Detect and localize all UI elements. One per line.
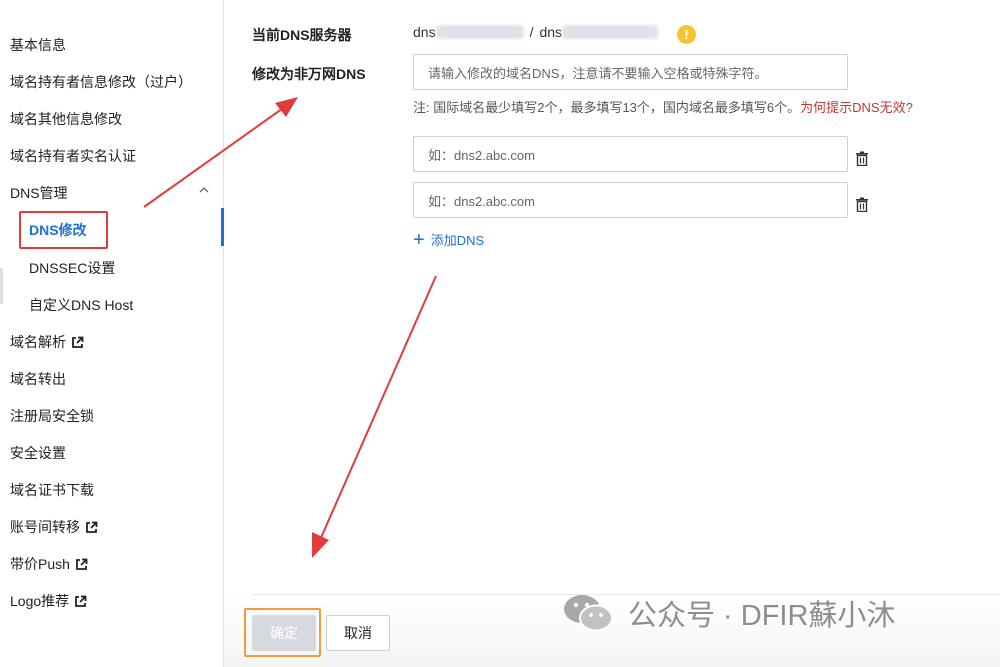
- sidebar-item-dnssec[interactable]: DNSSEC设置: [29, 258, 115, 278]
- sidebar-item-label: 域名转出: [10, 371, 66, 387]
- modify-dns-label: 修改为非万网DNS: [252, 66, 366, 82]
- sidebar: 基本信息 域名持有者信息修改（过户） 域名其他信息修改 域名持有者实名认证 DN…: [0, 0, 224, 667]
- sidebar-item-dns-resolve[interactable]: 域名解析: [10, 332, 84, 352]
- input-placeholder: 请输入修改的域名DNS，注意请不要输入空格或特殊字符。: [428, 65, 768, 81]
- sidebar-item-price-push[interactable]: 带价Push: [10, 554, 88, 574]
- sidebar-item-label: 注册局安全锁: [10, 408, 94, 424]
- sidebar-item-label: DNSSEC设置: [29, 260, 116, 276]
- sidebar-item-label: 域名解析: [10, 334, 66, 350]
- external-link-icon: [75, 595, 87, 607]
- current-dns-label: 当前DNS服务器: [252, 27, 352, 43]
- plus-icon: +: [413, 228, 425, 251]
- cancel-button[interactable]: 取消: [326, 615, 390, 651]
- sidebar-item-dns-manage[interactable]: DNS管理: [10, 183, 68, 203]
- dns-input-1[interactable]: 如：dns2.abc.com: [413, 136, 848, 172]
- sidebar-item-transfer-out[interactable]: 域名转出: [10, 369, 66, 389]
- add-dns-button[interactable]: + 添加DNS: [413, 228, 485, 251]
- dns-prefix: dns: [539, 24, 563, 40]
- trash-icon[interactable]: [855, 197, 869, 212]
- sidebar-item-label: Logo推荐: [10, 593, 70, 609]
- sidebar-item-custom-dns-host[interactable]: 自定义DNS Host: [29, 295, 133, 315]
- chevron-up-icon[interactable]: [198, 184, 210, 196]
- annotation-arrowhead-lower: [312, 532, 329, 558]
- sidebar-item-label: DNS管理: [10, 185, 68, 201]
- sidebar-item-label: 域名持有者信息修改（过户）: [10, 74, 192, 90]
- annotation-arrow-lower: [319, 275, 437, 541]
- note-text: 注: 国际域名最少填写2个，最多填写13个，国内域名最多填写6个。: [413, 100, 801, 115]
- dns-note: 注: 国际域名最少填写2个，最多填写13个，国内域名最多填写6个。为何提示DNS…: [413, 97, 913, 116]
- sidebar-item-real-name[interactable]: 域名持有者实名认证: [10, 146, 136, 166]
- trash-icon[interactable]: [855, 151, 869, 166]
- sidebar-item-account-transfer[interactable]: 账号间转移: [10, 517, 98, 537]
- external-link-icon: [76, 558, 88, 570]
- annotation-highlight-box: [19, 211, 108, 249]
- sidebar-item-label: 带价Push: [10, 556, 70, 572]
- warning-icon[interactable]: !: [677, 25, 696, 44]
- sidebar-item-label: 账号间转移: [10, 519, 80, 535]
- current-dns-value: dns / dns: [413, 24, 659, 40]
- scroll-edge: [0, 268, 3, 304]
- sidebar-item-logo-recommend[interactable]: Logo推荐: [10, 591, 87, 611]
- add-dns-label: 添加DNS: [430, 233, 485, 248]
- redacted-text: [562, 25, 659, 39]
- active-indicator: [221, 208, 224, 246]
- dns-prefix: dns: [413, 24, 436, 40]
- dns-main-input[interactable]: 请输入修改的域名DNS，注意请不要输入空格或特殊字符。: [413, 54, 848, 90]
- input-placeholder: 如：dns2.abc.com: [428, 147, 535, 163]
- sidebar-item-registry-lock[interactable]: 注册局安全锁: [10, 406, 94, 426]
- sidebar-item-cert-download[interactable]: 域名证书下载: [10, 480, 94, 500]
- watermark: 公众号 · DFIR蘇小沐: [562, 592, 895, 634]
- external-link-icon: [86, 521, 98, 533]
- confirm-button[interactable]: 确定: [252, 615, 316, 651]
- sidebar-item-label: 域名持有者实名认证: [10, 148, 136, 164]
- external-link-icon: [72, 336, 84, 348]
- sidebar-item-security-settings[interactable]: 安全设置: [10, 443, 66, 463]
- input-placeholder: 如：dns2.abc.com: [428, 193, 535, 209]
- redacted-text: [435, 25, 524, 39]
- why-invalid-link[interactable]: 为何提示DNS无效?: [800, 100, 913, 115]
- sidebar-item-label: 安全设置: [10, 445, 66, 461]
- sidebar-item-owner-transfer[interactable]: 域名持有者信息修改（过户）: [10, 72, 192, 92]
- sidebar-item-label: 自定义DNS Host: [29, 297, 134, 313]
- annotation-arrowhead-upper: [275, 97, 298, 117]
- sidebar-item-other-info[interactable]: 域名其他信息修改: [10, 109, 122, 129]
- sidebar-item-basic-info[interactable]: 基本信息: [10, 35, 66, 55]
- watermark-text: 公众号 · DFIR蘇小沐: [628, 600, 896, 632]
- sidebar-item-label: 基本信息: [10, 37, 66, 53]
- sidebar-item-label: 域名证书下载: [10, 482, 94, 498]
- dns-separator: /: [529, 24, 534, 40]
- dns-input-2[interactable]: 如：dns2.abc.com: [413, 182, 848, 218]
- wechat-logo-icon: [564, 595, 613, 632]
- sidebar-item-label: 域名其他信息修改: [10, 111, 122, 127]
